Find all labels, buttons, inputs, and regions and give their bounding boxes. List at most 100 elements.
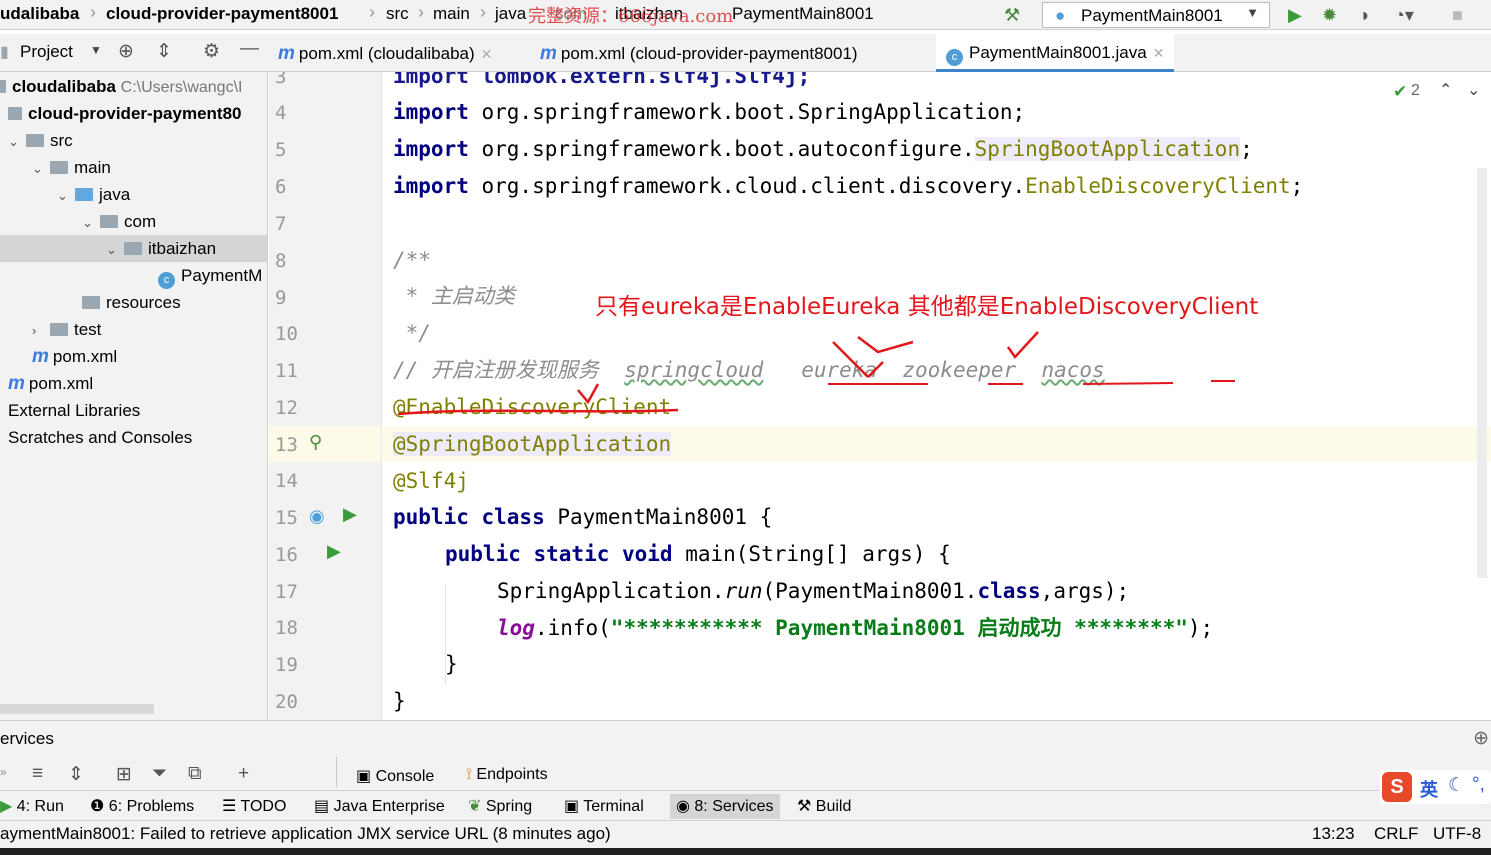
tree-node-pom-module[interactable]: m pom.xml bbox=[32, 343, 117, 370]
close-icon[interactable]: ✕ bbox=[481, 46, 493, 62]
tab-label: 6: Problems bbox=[108, 798, 195, 815]
tree-label: test bbox=[74, 320, 102, 339]
file-encoding[interactable]: UTF-8 bbox=[1433, 824, 1481, 844]
new-tab-icon[interactable]: ⧉ bbox=[188, 763, 202, 785]
tree-label: java bbox=[99, 185, 131, 204]
coverage-icon[interactable]: ◑ bbox=[1358, 3, 1369, 27]
tab-java-enterprise[interactable]: ▤ Java Enterprise bbox=[314, 796, 445, 816]
line-number: 4 bbox=[275, 102, 287, 124]
run-icon[interactable]: ▶ bbox=[1288, 3, 1302, 27]
status-message[interactable]: aymentMain8001: Failed to retrieve appli… bbox=[0, 824, 611, 844]
line-number: 11 bbox=[275, 360, 298, 382]
expand-all-icon[interactable]: ≡ bbox=[32, 763, 43, 785]
source-folder-icon bbox=[75, 188, 93, 201]
handwritten-marks bbox=[397, 331, 1235, 416]
tree-node-scratches[interactable]: Scratches and Consoles bbox=[8, 424, 192, 451]
folder-icon bbox=[50, 323, 68, 336]
console-tab[interactable]: ▣ Console bbox=[356, 766, 434, 786]
tree-label: PaymentM bbox=[181, 266, 263, 285]
package-icon bbox=[124, 242, 142, 255]
spring-bean-icon[interactable]: ⚲ bbox=[309, 432, 322, 453]
tab-build[interactable]: ⚒ Build bbox=[797, 796, 851, 816]
debug-icon[interactable]: ✹ bbox=[1322, 3, 1337, 27]
tree-node-java[interactable]: ⌄ java bbox=[57, 181, 130, 208]
tree-node-com[interactable]: ⌄ com bbox=[82, 208, 156, 235]
spring-class-icon: c bbox=[158, 272, 175, 289]
divider bbox=[336, 757, 337, 787]
endpoints-tab[interactable]: ⟟ Endpoints bbox=[466, 766, 548, 784]
tree-node-paymentmain[interactable]: c PaymentM bbox=[158, 262, 262, 289]
tree-node-test[interactable]: › test bbox=[32, 316, 101, 343]
locate-icon[interactable]: ⊕ bbox=[118, 40, 134, 63]
console-icon: ▣ bbox=[356, 768, 376, 785]
spring-boot-icon[interactable]: ◉ bbox=[309, 506, 325, 527]
moon-icon: ☾ bbox=[1448, 775, 1466, 796]
tree-path-hint: C:\Users\wangc\I bbox=[120, 79, 243, 96]
run-gutter-icon[interactable]: ▶ bbox=[343, 504, 357, 525]
tab-pom-payment[interactable]: m pom.xml (cloud-provider-payment8001) bbox=[540, 34, 858, 72]
services-panel: ervices ⊕ » ≡ ⇕ ⊞ ⏷ ⧉ + ▣ Console ⟟ Endp… bbox=[0, 720, 1491, 790]
maven-icon: m bbox=[8, 373, 25, 394]
filter-icon[interactable]: ⏷ bbox=[152, 763, 167, 785]
stop-icon[interactable]: ■ bbox=[1452, 3, 1463, 27]
collapse-all-icon[interactable]: ⇕ bbox=[68, 763, 84, 786]
collapse-all-icon[interactable]: ⇕ bbox=[156, 40, 172, 63]
group-icon[interactable]: ⊞ bbox=[116, 763, 132, 786]
line-number: 19 bbox=[275, 654, 298, 676]
tree-node-main[interactable]: ⌄ main bbox=[32, 154, 111, 181]
run-gutter-icon[interactable]: ▶ bbox=[327, 541, 341, 562]
module-icon bbox=[8, 107, 22, 120]
tab-terminal[interactable]: ▣ Terminal bbox=[564, 796, 644, 816]
chevron-down-icon[interactable]: ⌄ bbox=[1467, 80, 1480, 100]
project-panel-title[interactable]: Project bbox=[20, 42, 73, 62]
line-number: 10 bbox=[275, 323, 298, 345]
tree-node-resources[interactable]: resources bbox=[82, 289, 181, 316]
add-service-icon[interactable]: + bbox=[238, 763, 249, 785]
sogou-icon: S bbox=[1382, 772, 1412, 802]
horizontal-scrollbar[interactable] bbox=[0, 704, 154, 714]
tab-label: 4: Run bbox=[16, 798, 64, 815]
tree-node-external-libraries[interactable]: External Libraries bbox=[8, 397, 140, 424]
editor-tab-bar: m pom.xml (cloudalibaba) ✕ m pom.xml (cloud… bbox=[268, 34, 1491, 72]
screen-bottom-strip bbox=[0, 848, 1491, 855]
chevron-right-icon: › bbox=[90, 2, 96, 22]
code-editor[interactable]: import lombok.extern.slf4j.Slf4j; import… bbox=[383, 72, 1491, 720]
crumb-project[interactable]: udalibaba bbox=[0, 4, 79, 24]
tab-run[interactable]: ▶ 4: Run bbox=[0, 796, 64, 816]
chevron-down-icon: ⌄ bbox=[106, 242, 117, 257]
tab-spring[interactable]: ❦ Spring bbox=[468, 796, 532, 816]
crumb-java[interactable]: java bbox=[495, 4, 526, 24]
line-separator[interactable]: CRLF bbox=[1374, 824, 1418, 844]
tree-label: pom.xml bbox=[52, 347, 118, 366]
tab-problems[interactable]: ❶ 6: Problems bbox=[90, 796, 194, 816]
inspection-check-icon[interactable]: ✔ bbox=[1393, 82, 1407, 102]
chevron-right-icon[interactable]: » bbox=[0, 765, 7, 779]
run-config-selector[interactable]: ● PaymentMain8001 ▼ bbox=[1042, 2, 1270, 28]
tree-node-pom-root[interactable]: m pom.xml bbox=[8, 370, 93, 397]
tree-node-payment-module[interactable]: cloud-provider-payment80 bbox=[8, 100, 242, 127]
build-hammer-icon[interactable]: ⚒ bbox=[1004, 3, 1020, 27]
crumb-class[interactable]: PaymentMain8001 bbox=[732, 4, 874, 24]
tab-paymentmain-java[interactable]: c PaymentMain8001.java ✕ bbox=[936, 34, 1175, 72]
ime-widget[interactable]: S 英 ☾ °, bbox=[1380, 770, 1491, 804]
add-icon[interactable]: ⊕ bbox=[1473, 727, 1489, 750]
close-icon[interactable]: ✕ bbox=[1153, 45, 1165, 61]
crumb-main[interactable]: main bbox=[433, 4, 470, 24]
tab-services[interactable]: ◉ 8: Services bbox=[670, 794, 780, 819]
maven-icon: m bbox=[32, 346, 49, 367]
tree-label: itbaizhan bbox=[148, 239, 217, 258]
vertical-scrollbar[interactable] bbox=[1477, 168, 1487, 578]
gear-icon[interactable]: ⚙ bbox=[203, 40, 220, 63]
tab-todo[interactable]: ☰ TODO bbox=[222, 796, 286, 816]
chevron-up-icon[interactable]: ⌃ bbox=[1439, 80, 1452, 100]
crumb-src[interactable]: src bbox=[386, 4, 409, 24]
tree-node-cloudalibaba[interactable]: cloudalibaba C:\Users\wangc\I bbox=[0, 73, 242, 100]
crumb-module[interactable]: cloud-provider-payment8001 bbox=[106, 4, 338, 24]
profiler-icon[interactable]: ◔▾ bbox=[1394, 3, 1414, 27]
chevron-down-icon[interactable]: ▼ bbox=[90, 43, 102, 57]
caret-position[interactable]: 13:23 bbox=[1312, 824, 1355, 844]
tree-node-src[interactable]: ⌄ src bbox=[8, 127, 73, 154]
minimize-icon[interactable]: — bbox=[240, 38, 259, 60]
tab-pom-cloudalibaba[interactable]: m pom.xml (cloudalibaba) ✕ bbox=[278, 34, 492, 72]
tree-node-itbaizhan[interactable]: ⌄ itbaizhan bbox=[0, 235, 267, 262]
